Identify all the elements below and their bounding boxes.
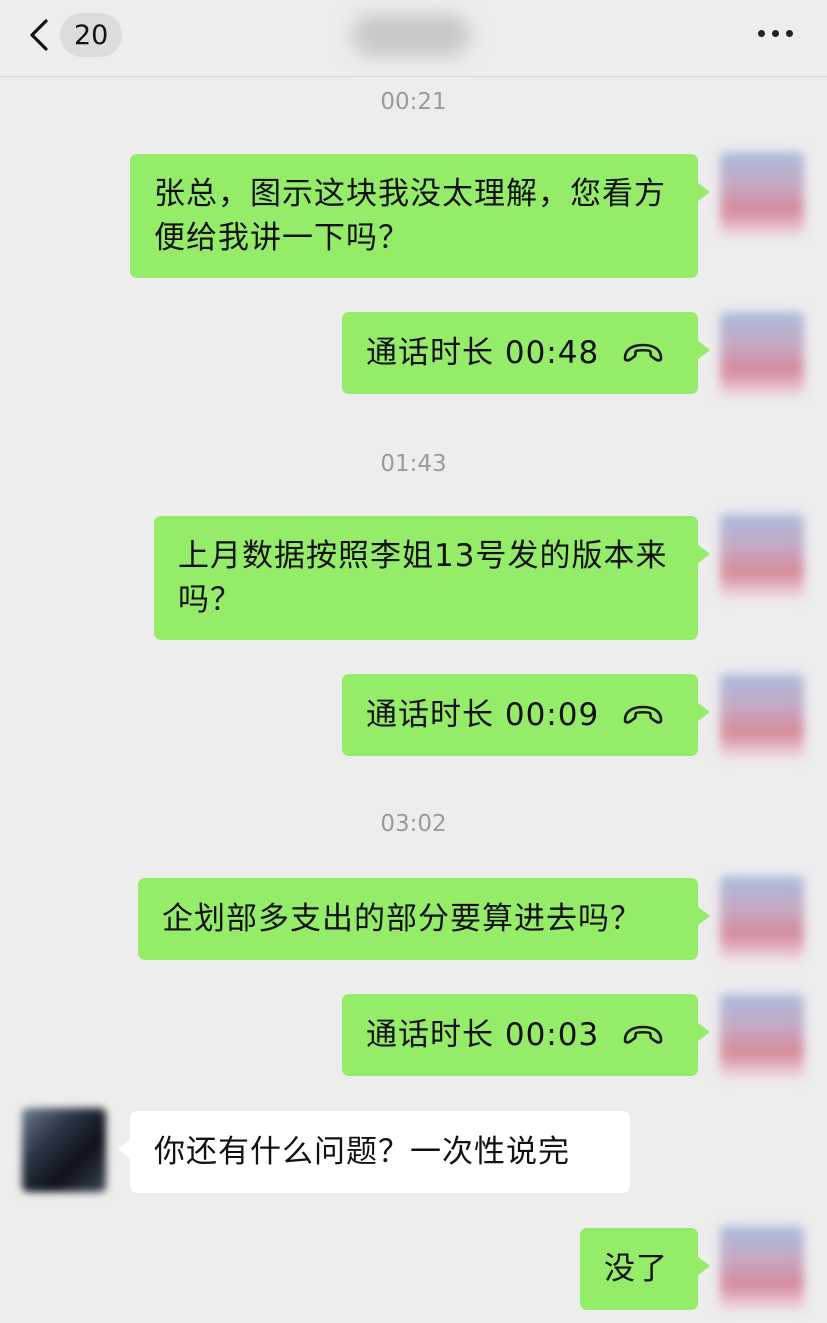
self-avatar[interactable] (720, 312, 804, 396)
self-avatar[interactable] (720, 1226, 804, 1310)
call-duration-text: 通话时长 00:48 (366, 335, 600, 371)
back-button[interactable]: 20 (28, 12, 128, 58)
self-avatar[interactable] (720, 514, 804, 598)
more-icon-dot (757, 29, 765, 37)
phone-hangup-icon (623, 1025, 663, 1044)
message-bubble-other[interactable]: 你还有什么问题？一次性说完 (118, 1111, 630, 1193)
chat-header: 20 (0, 0, 827, 77)
self-avatar[interactable] (720, 152, 804, 236)
message-bubble-self[interactable]: 上月数据按照李姐13号发的版本来吗？ (154, 516, 710, 640)
message-timestamp: 01:43 (380, 451, 447, 477)
message-timestamp: 03:02 (380, 811, 447, 837)
contact-avatar[interactable] (22, 1108, 106, 1192)
call-duration-text: 通话时长 00:09 (366, 697, 600, 733)
more-options-button[interactable] (745, 18, 805, 48)
phone-hangup-icon (623, 343, 663, 362)
message-text: 上月数据按照李姐13号发的版本来吗？ (178, 538, 668, 618)
message-text: 张总，图示这块我没太理解，您看方便给我讲一下吗？ (154, 176, 666, 256)
message-timestamp: 00:21 (380, 89, 447, 115)
chevron-left-icon (30, 19, 48, 51)
more-icon-dot (785, 29, 793, 37)
message-bubble-self[interactable]: 企划部多支出的部分要算进去吗？ (138, 878, 710, 960)
more-icon-dot (771, 29, 779, 37)
self-avatar[interactable] (720, 674, 804, 758)
message-text: 没了 (604, 1251, 668, 1287)
message-bubble-self[interactable]: 没了 (580, 1228, 710, 1310)
self-avatar[interactable] (720, 994, 804, 1078)
call-duration-text: 通话时长 00:03 (366, 1017, 600, 1053)
call-record-bubble[interactable]: 通话时长 00:48 (342, 312, 710, 394)
self-avatar[interactable] (720, 876, 804, 960)
unread-count-badge: 20 (60, 13, 123, 57)
message-text: 企划部多支出的部分要算进去吗？ (162, 901, 642, 937)
phone-hangup-icon (623, 705, 663, 724)
call-record-bubble[interactable]: 通话时长 00:03 (342, 994, 710, 1076)
message-text: 你还有什么问题？一次性说完 (154, 1134, 570, 1170)
chat-title-blurred (352, 14, 470, 56)
call-record-bubble[interactable]: 通话时长 00:09 (342, 674, 710, 756)
message-bubble-self[interactable]: 张总，图示这块我没太理解，您看方便给我讲一下吗？ (130, 154, 710, 278)
